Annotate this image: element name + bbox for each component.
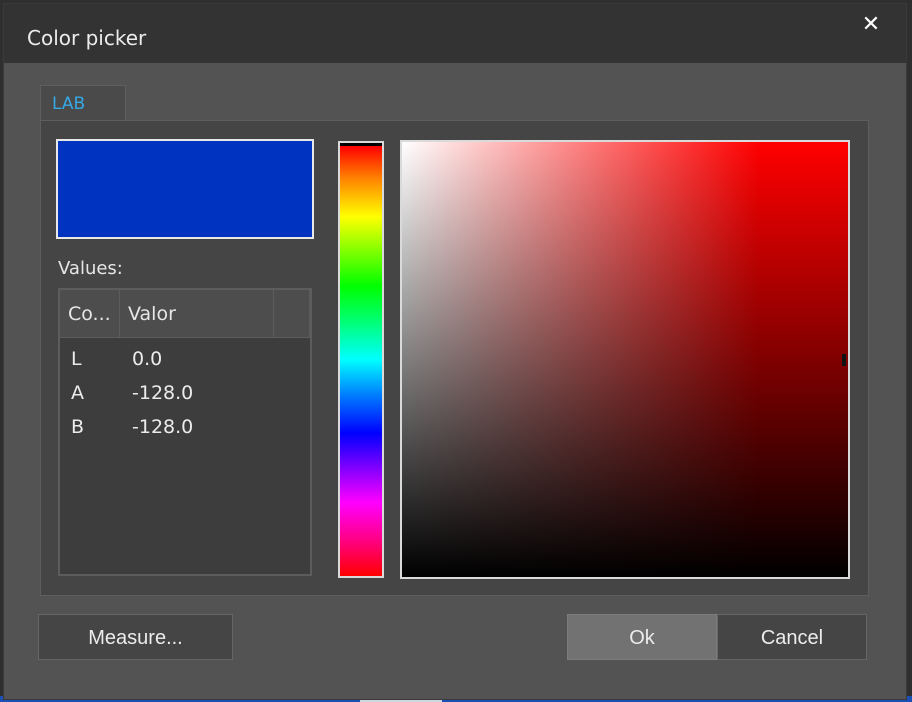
cell-value: -128.0 [132,416,194,438]
cell-component: A [71,382,84,404]
column-header-component[interactable]: Co... [60,290,120,338]
column-header-empty[interactable] [274,290,310,338]
title-bar[interactable]: Color picker ✕ [4,4,906,63]
measure-button[interactable]: Measure... [38,614,233,660]
table-row[interactable]: A -128.0 [60,376,310,410]
color-preview-swatch [56,139,314,239]
cell-value: 0.0 [132,348,163,370]
cell-component: B [71,416,85,438]
table-row[interactable]: L 0.0 [60,342,310,376]
values-label: Values: [58,258,123,279]
tab-lab[interactable]: LAB [40,85,126,121]
column-header-valor[interactable]: Valor [120,290,274,338]
table-header: Co... Valor [60,290,310,338]
table-row[interactable]: B -128.0 [60,410,310,444]
close-icon[interactable]: ✕ [856,10,886,40]
cell-component: L [71,348,82,370]
values-table: Co... Valor L 0.0 A -128.0 B -128.0 [58,288,312,576]
ok-button[interactable]: Ok [567,614,717,660]
cancel-button[interactable]: Cancel [717,614,867,660]
cell-value: -128.0 [132,382,194,404]
saturation-value-field[interactable] [400,140,850,579]
hue-slider[interactable] [338,141,384,578]
field-marker[interactable] [842,354,846,366]
window-title: Color picker [27,26,147,50]
